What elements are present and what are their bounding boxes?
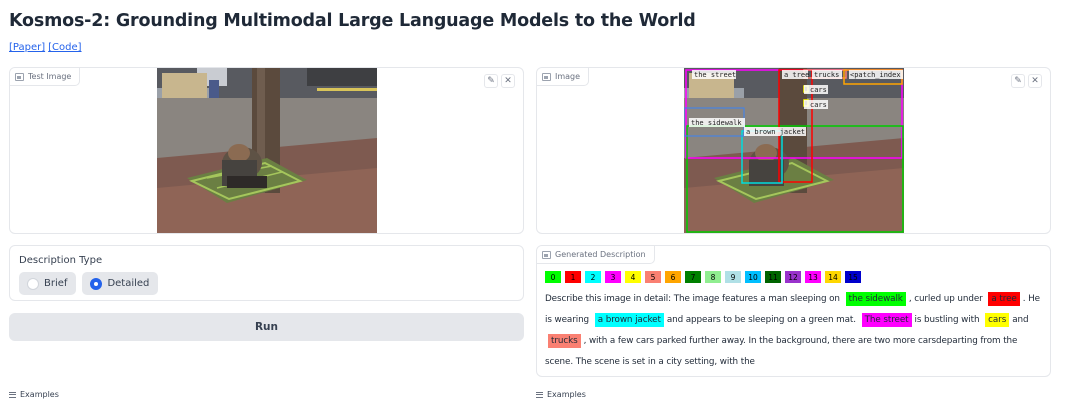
box-label: <patch_index	[850, 71, 901, 79]
radio-checked-icon	[90, 277, 103, 290]
list-icon	[9, 391, 16, 398]
legend-chip: 13	[805, 271, 821, 283]
page-title: Kosmos-2: Grounding Multimodal Large Lan…	[9, 11, 696, 31]
examples-left[interactable]: Examples	[9, 390, 59, 399]
box-label: a brown jacket	[746, 128, 805, 136]
legend-chip: 10	[745, 271, 761, 283]
examples-right[interactable]: Examples	[536, 390, 586, 399]
legend-chip: 7	[685, 271, 701, 283]
test-image-panel: Test Image ✎ ✕	[9, 67, 524, 234]
legend-chip: 11	[765, 271, 781, 283]
box-label: trucks	[814, 71, 839, 79]
generated-description-label-text: Generated Description	[555, 250, 646, 259]
close-icon[interactable]: ✕	[501, 74, 515, 88]
examples-left-label: Examples	[20, 390, 59, 399]
description-type-radio-group: Brief Detailed	[19, 272, 159, 295]
box-label: cars	[810, 86, 827, 94]
legend-chip: 6	[665, 271, 681, 283]
box-label: the sidewalk	[691, 119, 742, 127]
generated-description-label: Generated Description	[537, 246, 655, 264]
legend-chip: 5	[645, 271, 661, 283]
image-icon	[542, 72, 551, 81]
description-text-segment: and	[1012, 315, 1029, 325]
legend-chip: 12	[785, 271, 801, 283]
legend-chip: 1	[565, 271, 581, 283]
highlighted-phrase: a tree	[988, 292, 1020, 306]
highlighted-phrase: cars	[985, 313, 1010, 327]
image-label-text: Image	[555, 72, 581, 81]
description-text-segment: , with a few cars parked further away. I…	[545, 336, 1018, 367]
list-icon	[536, 391, 543, 398]
code-link[interactable]: [Code]	[48, 42, 81, 53]
edit-icon[interactable]: ✎	[484, 74, 498, 88]
header-links: [Paper] [Code]	[9, 42, 85, 53]
legend-chip: 2	[585, 271, 601, 283]
chart-icon	[542, 250, 551, 259]
edit-icon[interactable]: ✎	[1011, 74, 1025, 88]
image-label: Image	[537, 68, 590, 86]
box-label: the street	[694, 71, 736, 79]
legend-chip: 9	[725, 271, 741, 283]
description-type-panel: Description Type Brief Detailed	[9, 245, 524, 301]
close-icon[interactable]: ✕	[1028, 74, 1042, 88]
run-button[interactable]: Run	[9, 313, 524, 341]
highlighted-phrase: trucks	[548, 334, 581, 348]
description-text-segment: and appears to be sleeping on a green ma…	[666, 315, 856, 325]
radio-brief-label: Brief	[44, 278, 68, 289]
image-panel: Image ✎ ✕ the street a tree trucks <patc…	[536, 67, 1051, 234]
image-tools: ✎ ✕	[1011, 74, 1042, 88]
description-type-title: Description Type	[19, 255, 103, 266]
highlighted-phrase: The street	[861, 313, 912, 327]
box-label: a tree	[784, 71, 809, 79]
color-legend: 0 1 2 3 4 5 6 7 8 9 10 11 12 13 14 15	[545, 271, 861, 283]
highlighted-phrase: a brown jacket	[594, 313, 664, 327]
radio-detailed-label: Detailed	[107, 278, 150, 289]
legend-chip: 3	[605, 271, 621, 283]
test-image-label: Test Image	[10, 68, 81, 86]
box-label: cars	[810, 101, 827, 109]
legend-chip: 14	[825, 271, 841, 283]
legend-chip: 8	[705, 271, 721, 283]
radio-circle-icon	[27, 277, 39, 290]
legend-chip: 4	[625, 271, 641, 283]
radio-detailed[interactable]: Detailed	[82, 272, 159, 295]
legend-chip: 15	[845, 271, 861, 283]
test-image-label-text: Test Image	[28, 72, 72, 81]
image-icon	[15, 72, 24, 81]
legend-chip: 0	[545, 271, 561, 283]
highlighted-phrase: the sidewalk	[845, 292, 906, 306]
description-text-segment: is bustling with	[914, 315, 980, 325]
annotated-image[interactable]: the street a tree trucks <patch_index ca…	[684, 68, 904, 233]
paper-link[interactable]: [Paper]	[9, 42, 45, 53]
test-image-tools: ✎ ✕	[484, 74, 515, 88]
description-text-segment: Describe this image in detail: The image…	[545, 294, 840, 304]
examples-right-label: Examples	[547, 390, 586, 399]
radio-brief[interactable]: Brief	[19, 272, 77, 295]
generated-description-panel: Generated Description 0 1 2 3 4 5 6 7 8 9 10 11 12 13…	[536, 245, 1051, 377]
test-image[interactable]	[157, 68, 377, 233]
generated-description-text: Describe this image in detail: The image…	[545, 289, 1045, 373]
description-text-segment: , curled up under	[908, 294, 983, 304]
